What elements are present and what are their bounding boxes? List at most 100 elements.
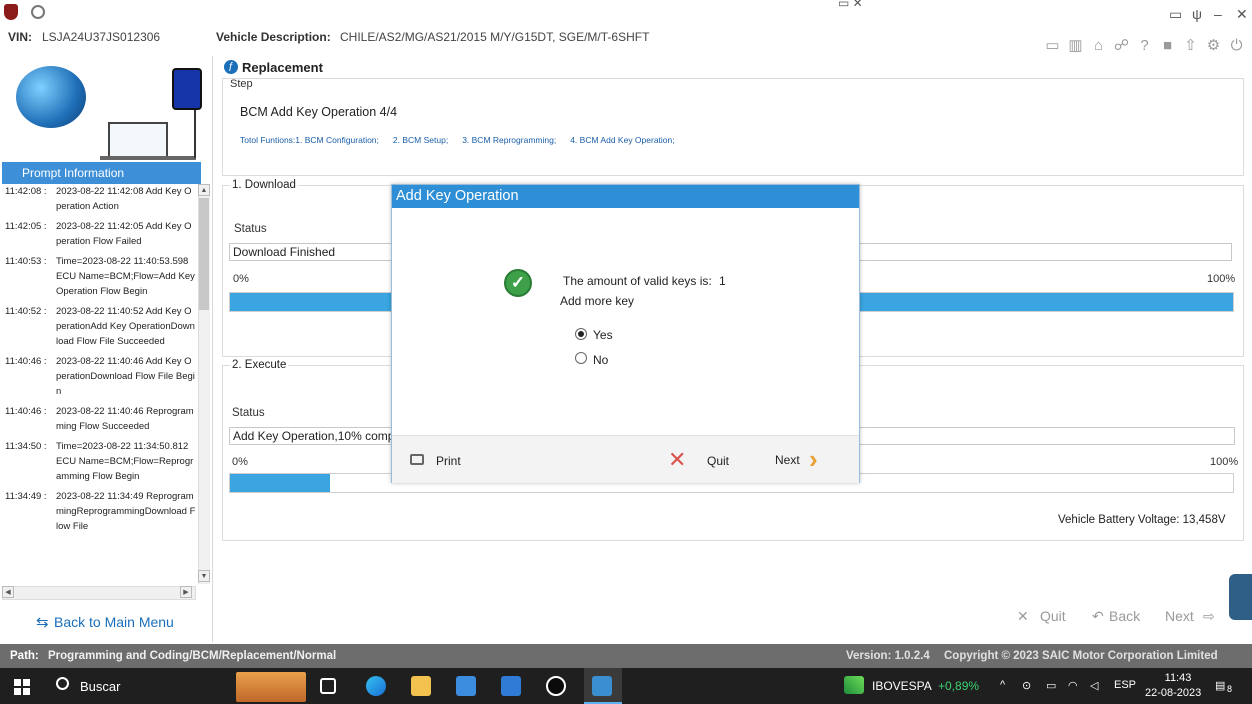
log-row[interactable]: 11:40:53 : Time=2023-08-22 11:40:53.598 E… (2, 254, 198, 299)
radio-no[interactable] (575, 352, 587, 364)
clock-time[interactable]: 11:43 (1158, 672, 1198, 684)
battery-icon[interactable]: ▭ (1046, 679, 1056, 692)
log-row[interactable]: 11:34:50 : Time=2023-08-22 11:34:50.812 E… (2, 439, 198, 484)
log-row[interactable]: 11:40:46 : 2023-08-22 11:40:46 Add Key Op… (2, 354, 198, 399)
language-indicator[interactable]: ESP (1114, 679, 1136, 691)
back-icon[interactable]: ↶ (1092, 608, 1104, 625)
scroll-up-icon[interactable]: ▲ (198, 184, 210, 196)
search-icon[interactable] (56, 677, 69, 690)
remote-support-tab[interactable] (1229, 574, 1252, 620)
teamviewer-icon[interactable] (546, 676, 566, 696)
next-chevron-icon[interactable]: › (809, 444, 818, 475)
function-item: 2. BCM Setup; (392, 135, 449, 145)
title-bar: ▭ ✕ ▭ ψ – ✕ (0, 0, 1252, 26)
usb-icon[interactable]: ψ (1192, 6, 1202, 22)
edge-icon[interactable] (366, 676, 386, 696)
copyright-text: Copyright © 2023 SAIC Motor Corporation … (944, 650, 1218, 662)
quit-nav-button[interactable]: Quit (1040, 608, 1066, 624)
minimize-icon[interactable]: – (1214, 6, 1222, 22)
back-to-main-menu-button[interactable]: Back to Main Menu (54, 614, 174, 630)
vci-device-icon (172, 68, 202, 110)
mail-icon[interactable] (501, 676, 521, 696)
log-scroll-thumb[interactable] (199, 198, 209, 310)
scroll-down-icon[interactable]: ▼ (198, 570, 210, 582)
export-icon[interactable]: ⇧ (1181, 36, 1200, 55)
success-check-icon: ✓ (504, 269, 532, 297)
wifi-icon[interactable]: ◠ (1068, 679, 1078, 692)
help-icon[interactable]: ? (1135, 36, 1154, 55)
radio-no-label[interactable]: No (593, 353, 608, 367)
step-panel (222, 78, 1244, 176)
log-row[interactable]: 11:34:49 : 2023-08-22 11:34:49 Reprogramm… (2, 489, 198, 534)
log-row[interactable]: 11:40:46 : 2023-08-22 11:40:46 Reprogramm… (2, 404, 198, 434)
taskbar-search-input[interactable]: Buscar (80, 679, 120, 694)
network-icon[interactable]: ☍ (1112, 36, 1131, 55)
restore-mini-icon[interactable]: ▭ ✕ (838, 0, 863, 10)
execute-section-label: 2. Execute (230, 359, 289, 371)
log-time: 11:40:46 : (5, 406, 47, 417)
radio-yes-label[interactable]: Yes (593, 328, 613, 342)
log-time: 11:34:49 : (5, 491, 47, 502)
log-horizontal-scrollbar[interactable] (2, 586, 196, 600)
print-button[interactable]: Print (436, 454, 461, 468)
back-arrow-icon[interactable]: ⇆ (36, 613, 49, 631)
power-icon[interactable]: ⏻ (1227, 36, 1246, 55)
notification-icon[interactable]: ▤ (1215, 679, 1225, 692)
keyboard-icon[interactable]: ▭ (1169, 6, 1182, 23)
close-icon[interactable]: ✕ (1236, 6, 1248, 23)
next-nav-button[interactable]: Next (1165, 608, 1194, 624)
stop-icon[interactable]: ■ (1158, 36, 1177, 55)
quit-icon[interactable]: ✕ (668, 447, 686, 473)
globe-icon (16, 66, 86, 128)
log-row[interactable]: 11:42:08 : 2023-08-22 11:42:08 Add Key Op… (2, 184, 198, 214)
app-logo-icon (31, 5, 45, 19)
tray-chevron-icon[interactable]: ^ (1000, 679, 1005, 691)
valid-keys-count: 1 (719, 274, 726, 288)
valid-keys-message: The amount of valid keys is: (563, 274, 712, 288)
store-icon[interactable] (456, 676, 476, 696)
dialog-title: Add Key Operation (392, 185, 859, 208)
diagnostic-app-icon[interactable] (592, 676, 612, 696)
download-section-label: 1. Download (230, 179, 298, 191)
scroll-right-icon[interactable]: ▶ (180, 586, 192, 598)
log-time: 11:40:52 : (5, 306, 47, 317)
log-message: Time=2023-08-22 11:40:53.598 ECU Name=BC… (56, 256, 195, 297)
settings-icon[interactable]: ⚙ (1204, 36, 1223, 55)
home-icon[interactable]: ⌂ (1089, 36, 1108, 55)
path-value: Programming and Coding/BCM/Replacement/N… (48, 650, 337, 662)
add-key-dialog: Add Key Operation ✓ The amount of valid … (391, 184, 860, 483)
print-icon[interactable] (410, 454, 424, 465)
quit-button[interactable]: Quit (707, 454, 729, 468)
prompt-log-list[interactable]: 11:42:08 : 2023-08-22 11:42:08 Add Key Op… (2, 184, 198, 584)
volume-icon[interactable]: ◁ (1090, 679, 1098, 692)
chart-icon[interactable]: ▥ (1066, 36, 1085, 55)
clock-date[interactable]: 22-08-2023 (1145, 687, 1201, 699)
log-message: 2023-08-22 11:42:05 Add Key Operation Fl… (56, 221, 192, 247)
log-row[interactable]: 11:42:05 : 2023-08-22 11:42:05 Add Key Op… (2, 219, 198, 249)
scroll-left-icon[interactable]: ◀ (2, 586, 14, 598)
laptop-icon (108, 122, 168, 158)
file-explorer-icon[interactable] (411, 676, 431, 696)
windows-start-icon[interactable] (14, 679, 30, 695)
ticker-change: +0,89% (938, 679, 980, 693)
replacement-icon: ƒ (224, 60, 238, 74)
task-view-icon[interactable] (320, 678, 336, 694)
folder-icon[interactable]: ▭ (1043, 36, 1062, 55)
tray-app-icon[interactable]: ⊙ (1022, 679, 1031, 692)
log-time: 11:42:08 : (5, 186, 47, 197)
log-row[interactable]: 11:40:52 : 2023-08-22 11:40:52 Add Key Op… (2, 304, 198, 349)
add-more-key-question: Add more key (560, 294, 635, 308)
log-message: 2023-08-22 11:42:08 Add Key Operation Ac… (56, 186, 192, 212)
log-message: 2023-08-22 11:40:52 Add Key OperationAdd… (56, 306, 195, 347)
next-icon[interactable]: ⇨ (1203, 608, 1215, 625)
search-highlight-image (236, 672, 306, 702)
radio-yes[interactable] (575, 328, 587, 340)
log-time: 11:40:53 : (5, 256, 47, 267)
next-button[interactable]: Next (775, 453, 800, 467)
execute-progress-fill (230, 474, 331, 492)
log-message: Time=2023-08-22 11:34:50.812 ECU Name=BC… (56, 441, 194, 482)
execute-status-label: Status (232, 407, 265, 419)
quit-icon[interactable]: ✕ (1017, 608, 1029, 625)
back-nav-button[interactable]: Back (1109, 608, 1140, 624)
function-item: 3. BCM Reprogramming; (462, 135, 557, 145)
